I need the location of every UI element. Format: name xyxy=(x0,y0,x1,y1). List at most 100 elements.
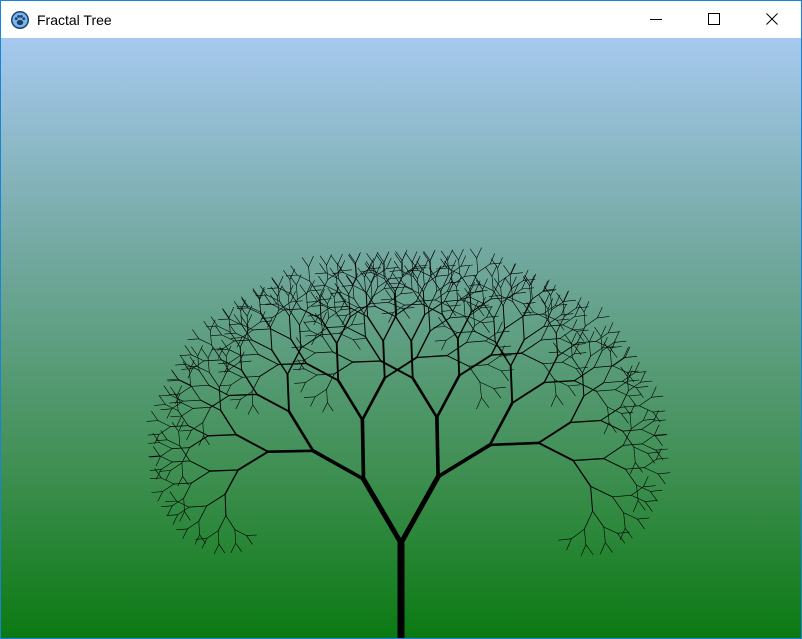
tree-branch xyxy=(334,311,346,327)
tree-branch xyxy=(500,277,506,288)
tree-branch xyxy=(339,260,346,272)
tree-branch xyxy=(182,361,190,372)
tree-branch xyxy=(522,299,532,317)
tree-branch xyxy=(352,339,361,350)
tree-branch xyxy=(548,314,562,324)
tree-branch xyxy=(476,304,490,307)
tree-branch xyxy=(600,420,624,432)
tree-branch xyxy=(585,544,594,555)
tree-branch xyxy=(623,512,626,529)
tree-branch xyxy=(298,330,311,333)
tree-branch xyxy=(165,470,171,481)
tree-branch xyxy=(415,354,448,359)
tree-branch xyxy=(603,458,626,470)
tree-branch xyxy=(319,255,327,266)
tree-branch xyxy=(640,371,646,383)
tree-branch xyxy=(612,357,626,367)
tree-branch xyxy=(380,298,393,301)
tree-branch xyxy=(290,265,298,276)
tree-branch xyxy=(590,347,603,357)
tree-branch xyxy=(177,378,191,386)
tree-branch xyxy=(620,390,629,408)
tree-branch xyxy=(178,379,192,387)
tree-branch xyxy=(230,337,243,339)
tree-branch xyxy=(463,301,466,317)
tree-branch xyxy=(176,528,188,531)
tree-branch xyxy=(576,341,597,344)
tree-branch xyxy=(235,542,242,552)
tree-branch xyxy=(473,275,481,285)
maximize-button[interactable] xyxy=(685,1,743,38)
tree-branch xyxy=(229,354,241,364)
tree-branch xyxy=(612,494,632,498)
tree-branch xyxy=(192,406,211,409)
tree-branch xyxy=(574,314,587,317)
tree-branch xyxy=(446,341,468,357)
tree-branch xyxy=(612,365,628,373)
tree-branch xyxy=(303,352,316,361)
tree-branch xyxy=(396,300,417,316)
tree-branch xyxy=(657,473,666,485)
tree-branch xyxy=(166,439,181,447)
tree-branch xyxy=(422,291,426,316)
tree-branch xyxy=(481,397,490,408)
tree-branch xyxy=(488,441,540,447)
tree-branch xyxy=(572,459,592,487)
tree-branch xyxy=(469,248,478,259)
tree-branch xyxy=(295,337,303,348)
tree-branch xyxy=(340,308,353,311)
tree-branch xyxy=(208,372,220,388)
tree-branch xyxy=(550,394,557,407)
tree-branch xyxy=(251,339,273,351)
tree-branch xyxy=(306,293,308,309)
tree-branch xyxy=(464,265,470,277)
tree-branch xyxy=(318,275,326,286)
minimize-button[interactable] xyxy=(627,1,685,38)
tree-branch xyxy=(178,431,181,447)
tree-branch xyxy=(555,394,564,406)
tree-branch xyxy=(348,254,356,265)
tree-branch xyxy=(600,406,621,421)
tree-branch xyxy=(207,357,210,373)
tree-branch xyxy=(351,323,364,326)
tree-branch xyxy=(192,329,200,340)
paw-icon[interactable] xyxy=(10,10,30,30)
tree-branch xyxy=(326,264,329,280)
tree-branch xyxy=(224,469,239,495)
tree-branch xyxy=(203,359,222,362)
tree-branch xyxy=(154,404,166,406)
tree-branch xyxy=(296,274,311,282)
tree-branch xyxy=(352,338,366,340)
tree-branch xyxy=(386,267,399,269)
tree-branch xyxy=(246,314,253,326)
tree-branch xyxy=(333,296,336,312)
tree-branch xyxy=(206,493,226,507)
tree-branch xyxy=(319,279,329,297)
tree-branch xyxy=(181,408,194,417)
tree-branch xyxy=(491,276,494,291)
tree-branch xyxy=(341,314,348,326)
tree-branch xyxy=(294,382,306,384)
tree-branch xyxy=(267,287,279,289)
tree-branch xyxy=(202,406,211,423)
fractal-canvas[interactable] xyxy=(1,38,801,638)
tree-branch xyxy=(365,293,369,318)
tree-branch xyxy=(561,361,577,369)
tree-branch xyxy=(210,334,222,337)
tree-branch xyxy=(604,542,613,553)
tree-branch xyxy=(270,326,273,351)
tree-branch xyxy=(456,286,459,302)
tree-branch xyxy=(644,500,658,502)
tree-branch xyxy=(595,390,608,408)
tree-branch xyxy=(222,309,230,320)
close-button[interactable] xyxy=(743,1,801,38)
tree-branch xyxy=(300,382,306,393)
tree-branch xyxy=(161,505,173,508)
tree-branch xyxy=(603,380,623,384)
title-bar[interactable]: Fractal Tree xyxy=(1,1,801,38)
tree-branch xyxy=(271,278,279,289)
tree-branch xyxy=(522,316,525,341)
tree-branch xyxy=(422,252,430,263)
tree-branch xyxy=(335,342,340,382)
tree-branch xyxy=(652,410,666,413)
